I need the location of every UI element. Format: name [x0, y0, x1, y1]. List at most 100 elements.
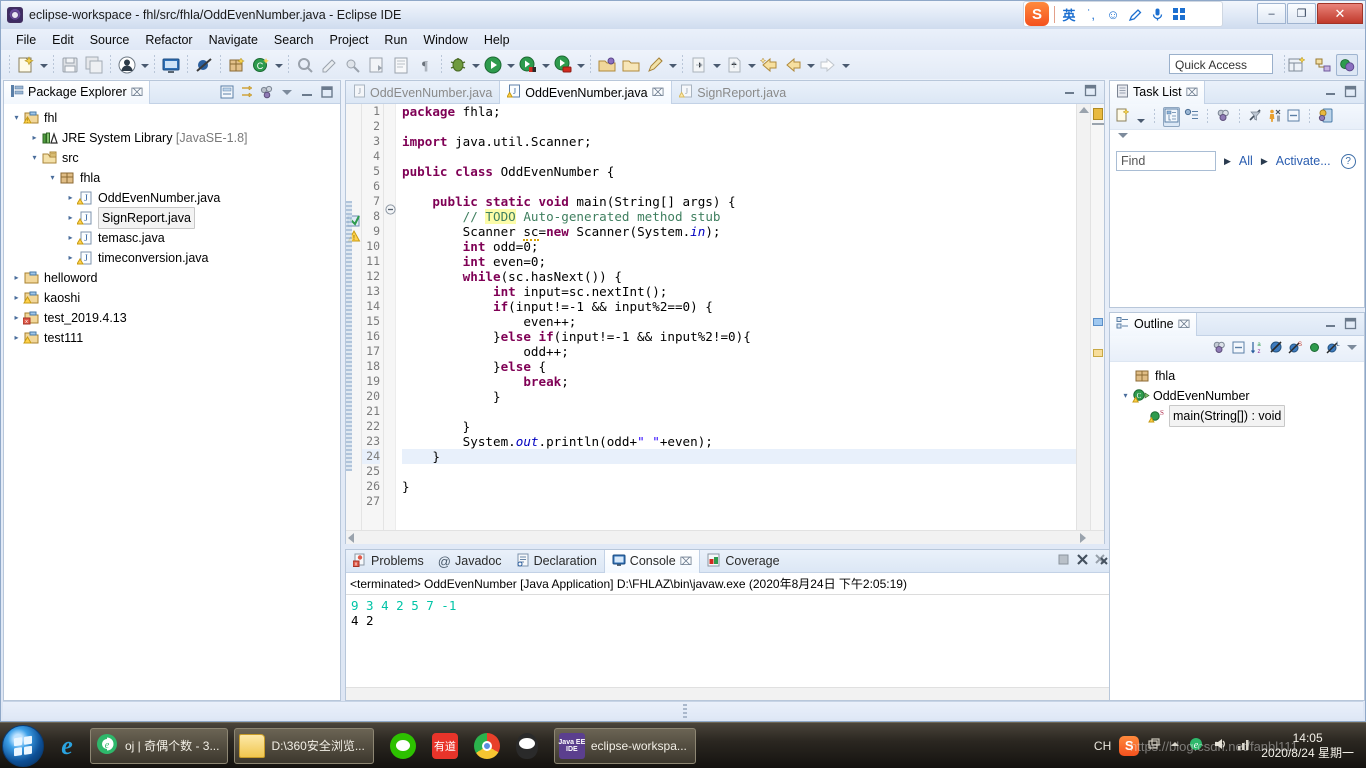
tree-item-timeconversion-java[interactable]: ▸ J timeconversion.java: [8, 248, 340, 268]
filter-completed-icon[interactable]: [1248, 108, 1263, 126]
expand-twisty-icon[interactable]: ▸: [10, 288, 23, 308]
debug-dropdown-icon[interactable]: [470, 54, 481, 76]
link-with-editor-icon[interactable]: [239, 84, 256, 101]
find-input[interactable]: Find: [1116, 151, 1216, 171]
save-icon[interactable]: [59, 54, 81, 76]
view-menu-icon[interactable]: [279, 84, 296, 101]
code-line[interactable]: odd++;: [402, 344, 1076, 359]
minimize-view-icon[interactable]: [1062, 83, 1077, 101]
minimize-view-icon[interactable]: [1323, 316, 1340, 333]
code-line[interactable]: public class OddEvenNumber {: [402, 164, 1076, 179]
editor-horizontal-scrollbar[interactable]: [346, 530, 1104, 544]
console-view-icon[interactable]: [160, 54, 182, 76]
expand-twisty-icon[interactable]: ▸: [10, 308, 23, 328]
close-icon[interactable]: ⌧: [1178, 318, 1191, 331]
expand-twisty-icon[interactable]: ▸: [10, 268, 23, 288]
code-line[interactable]: int even=0;: [402, 254, 1076, 269]
start-button-icon[interactable]: [2, 724, 44, 767]
tab-declaration[interactable]: Declaration: [509, 550, 604, 573]
code-line[interactable]: int odd=0;: [402, 239, 1076, 254]
filter-all-link[interactable]: All: [1239, 154, 1253, 168]
editor-overview-ruler[interactable]: [1090, 104, 1104, 544]
external-tools-dropdown-icon[interactable]: [575, 54, 586, 76]
expand-twisty-icon[interactable]: ▸: [10, 328, 23, 348]
folding-gutter[interactable]: [384, 104, 396, 544]
overview-selection-marker[interactable]: [1093, 318, 1103, 326]
ime-handwriting-pen-icon[interactable]: [1124, 3, 1146, 25]
tree-item-jre-system-library[interactable]: ▸ JRE System Library [JavaSE-1.8]: [8, 128, 340, 148]
skip-breakpoints-icon[interactable]: [193, 54, 215, 76]
code-line[interactable]: int input=sc.nextInt();: [402, 284, 1076, 299]
expand-twisty-icon[interactable]: ▾: [10, 108, 23, 128]
code-line[interactable]: break;: [402, 374, 1076, 389]
menu-search[interactable]: Search: [266, 31, 322, 49]
tab-outline[interactable]: Outline ⌧: [1110, 312, 1198, 336]
tree-item-test111[interactable]: ▸ test111: [8, 328, 340, 348]
run-coverage-icon[interactable]: [517, 54, 539, 76]
youdao-icon[interactable]: 有道: [431, 732, 458, 759]
maximize-view-icon[interactable]: [319, 84, 336, 101]
open-perspective-folder-icon[interactable]: [596, 54, 618, 76]
perspective-java-icon[interactable]: [1312, 54, 1334, 76]
menu-refactor[interactable]: Refactor: [137, 31, 200, 49]
editor-tab-oddevennumber-active[interactable]: J OddEvenNumber.java ⌧: [499, 81, 673, 104]
scheduled-mode-icon[interactable]: [1184, 108, 1199, 126]
taskbar-button-browser[interactable]: e oj | 奇偶个数 - 3...: [90, 727, 229, 764]
code-line[interactable]: [402, 179, 1076, 194]
focus-on-active-task-icon[interactable]: [1212, 340, 1227, 358]
back-dropdown-icon[interactable]: [805, 54, 816, 76]
quick-access-input[interactable]: Quick Access: [1169, 54, 1273, 74]
pencil-dropdown-icon[interactable]: [667, 54, 678, 76]
synchronize-icon[interactable]: [1216, 108, 1231, 126]
tree-item-test-2019-4-13[interactable]: ▸ x test_2019.4.13: [8, 308, 340, 328]
expand-twisty-icon[interactable]: ▸: [64, 228, 77, 248]
tab-console[interactable]: Console ⌧: [603, 549, 701, 573]
qq-icon[interactable]: [515, 732, 538, 759]
expand-twisty-icon[interactable]: ▾: [46, 168, 59, 188]
tab-coverage[interactable]: Coverage: [700, 550, 786, 573]
view-menu-icon[interactable]: [1116, 130, 1130, 144]
close-button[interactable]: ✕: [1317, 3, 1363, 24]
menu-edit[interactable]: Edit: [44, 31, 82, 49]
collapse-all-icon[interactable]: [219, 84, 236, 101]
taskbar-button-eclipse[interactable]: Java EE IDE eclipse-workspa...: [553, 727, 696, 764]
editor-vertical-scrollbar[interactable]: [1076, 104, 1090, 544]
collapse-all-icon[interactable]: [1231, 340, 1246, 358]
tab-task-list[interactable]: Task List ⌧: [1110, 80, 1206, 104]
menu-help[interactable]: Help: [476, 31, 518, 49]
expand-twisty-icon[interactable]: ▸: [64, 208, 77, 228]
person-icon[interactable]: [116, 54, 138, 76]
code-line[interactable]: [402, 494, 1076, 509]
collapse-fold-icon[interactable]: [385, 204, 396, 218]
close-icon[interactable]: ⌧: [1186, 86, 1199, 99]
new-java-class-dropdown-icon[interactable]: [273, 54, 284, 76]
code-line[interactable]: }: [402, 449, 1076, 464]
perspective-javaee-icon[interactable]: [1336, 54, 1358, 76]
back-star-icon[interactable]: [758, 54, 780, 76]
run-external-tools-icon[interactable]: [552, 54, 574, 76]
view-menu-icon[interactable]: [1345, 342, 1359, 356]
run-icon[interactable]: [482, 54, 504, 76]
close-icon[interactable]: ⌧: [652, 86, 665, 99]
overview-warning-marker[interactable]: [1093, 108, 1103, 120]
tray-ime-indicator[interactable]: CH: [1094, 739, 1111, 753]
code-line[interactable]: }: [402, 419, 1076, 434]
close-icon[interactable]: ⌧: [131, 86, 144, 99]
chrome-icon[interactable]: [473, 732, 500, 759]
activate-link[interactable]: Activate...: [1276, 154, 1331, 168]
code-line[interactable]: if(input!=-1 && input%2==0) {: [402, 299, 1076, 314]
overview-occurrence-marker[interactable]: [1093, 349, 1103, 357]
code-line[interactable]: }else {: [402, 359, 1076, 374]
tree-item-fhla[interactable]: ▾ fhla: [8, 168, 340, 188]
code-line[interactable]: [402, 119, 1076, 134]
menu-project[interactable]: Project: [322, 31, 377, 49]
code-line[interactable]: System.out.println(odd+" "+even);: [402, 434, 1076, 449]
new-wizard-icon[interactable]: [15, 54, 37, 76]
code-line[interactable]: even++;: [402, 314, 1076, 329]
view-menu-dots-icon[interactable]: [259, 84, 276, 101]
outline-item-oddevennumber[interactable]: ▾ C OddEvenNumber: [1114, 386, 1364, 406]
open-folder-icon[interactable]: [620, 54, 642, 76]
ime-punctuation-icon[interactable]: ˙,: [1080, 3, 1102, 25]
tree-item-src[interactable]: ▾ src: [8, 148, 340, 168]
code-line[interactable]: package fhla;: [402, 104, 1076, 119]
